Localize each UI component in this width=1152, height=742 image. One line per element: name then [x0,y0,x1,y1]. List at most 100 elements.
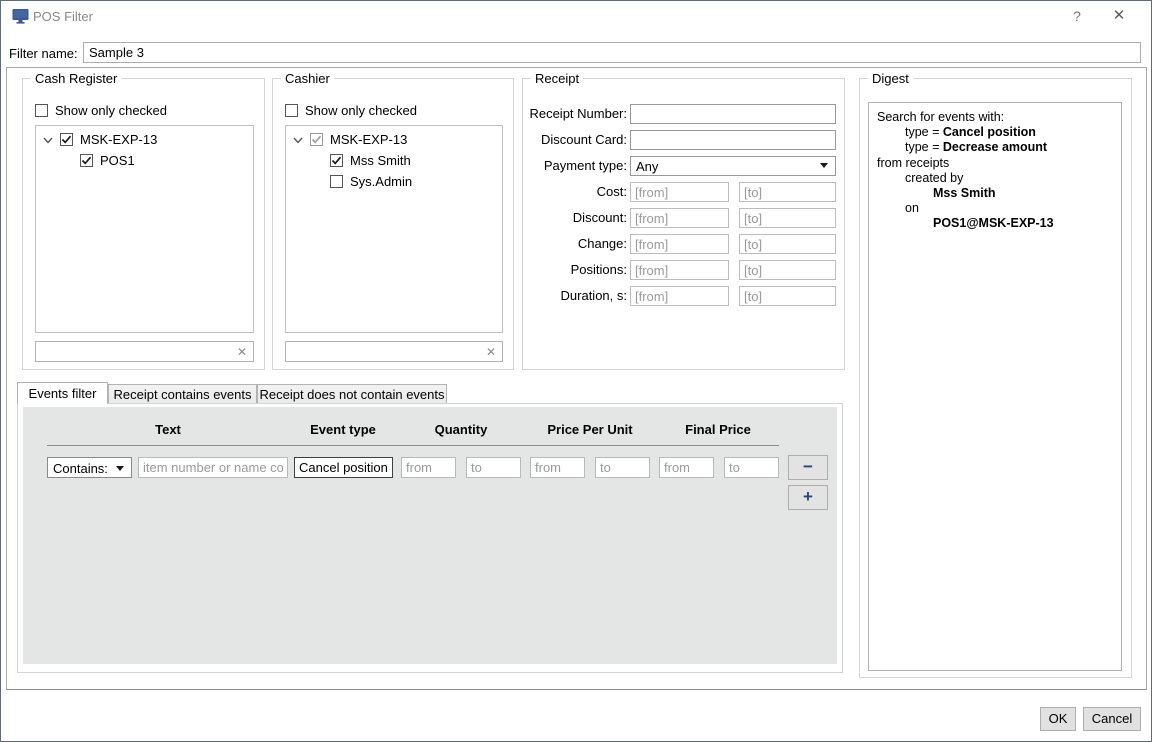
ok-button[interactable]: OK [1040,707,1076,731]
checkbox-checked[interactable] [330,154,343,167]
column-header-quantity: Quantity [434,422,488,437]
digest-group: Digest Search for events with: type = Ca… [859,71,1132,678]
digest-line: type = Cancel position [905,125,1036,140]
cost-label: Cost: [596,184,627,199]
digest-line: type = Decrease amount [905,140,1048,155]
show-only-checked-label: Show only checked [305,103,418,118]
digest-line: POS1@MSK-EXP-13 [933,216,1054,231]
tree-item[interactable]: MSK-EXP-13 [286,129,502,150]
discount-to-input[interactable] [739,208,836,228]
tab-receipt-contains-events[interactable]: Receipt contains events [108,384,257,404]
help-icon[interactable]: ? [1055,1,1099,31]
tree-item-label: Sys.Admin [350,174,413,189]
receipt-title: Receipt [531,71,584,86]
cost-from-input[interactable] [630,182,729,202]
receipt-number-input[interactable] [630,104,836,124]
payment-type-label: Payment type: [543,158,627,173]
digest-line: from receipts [877,155,950,170]
filter-name-label: Filter name: [9,46,78,61]
duration-from-input[interactable] [630,286,729,306]
row-quantity-to-input[interactable] [466,457,521,478]
clear-icon[interactable]: ✕ [486,344,496,360]
checkbox-unchecked[interactable] [35,104,48,117]
cashier-group: Cashier Show only checked MSK-EXP-13 Mss… [272,71,514,370]
tree-item-label: MSK-EXP-13 [80,132,158,147]
tree-item-label: MSK-EXP-13 [330,132,408,147]
monitor-icon [12,8,29,27]
add-row-button[interactable]: + [788,485,828,510]
digest-text: Search for events with: type = Cancel po… [868,102,1122,671]
cash-register-title: Cash Register [31,71,122,86]
checkbox-checked[interactable] [80,154,93,167]
checkbox-unchecked[interactable] [330,175,343,188]
column-header-price-per-unit: Price Per Unit [547,422,633,437]
chevron-down-icon[interactable] [42,134,54,146]
tree-item-label: Mss Smith [350,153,411,168]
cash-register-show-only-checked[interactable]: Show only checked [35,103,167,118]
tree-item-label: POS1 [100,153,135,168]
row-final-price-to-input[interactable] [724,457,779,478]
tree-item[interactable]: Sys.Admin [286,171,502,192]
cashier-filter-input[interactable] [288,343,480,360]
match-mode-value: Contains: [53,461,108,476]
row-final-price-from-input[interactable] [659,457,714,478]
row-price-per-unit-to-input[interactable] [595,457,650,478]
dropdown-arrow-icon [116,466,124,471]
positions-label: Positions: [570,262,627,277]
cost-to-input[interactable] [739,182,836,202]
cash-register-tree: MSK-EXP-13 POS1 [35,125,254,333]
row-event-type-input[interactable] [294,457,393,478]
payment-type-value: Any [636,159,659,174]
change-to-input[interactable] [739,234,836,254]
cash-register-filter-box: ✕ [35,341,254,362]
cashier-title: Cashier [281,71,334,86]
duration-label: Duration, s: [560,288,627,303]
receipt-number-label: Receipt Number: [529,106,627,121]
cash-register-group: Cash Register Show only checked MSK-EXP-… [22,71,265,370]
column-header-text: Text [155,422,181,437]
column-header-event-type: Event type [310,422,376,437]
cancel-button[interactable]: Cancel [1083,707,1141,731]
clear-icon[interactable]: ✕ [237,344,247,360]
dropdown-arrow-icon [820,163,828,168]
cashier-filter-box: ✕ [285,341,503,362]
positions-to-input[interactable] [739,260,836,280]
positions-from-input[interactable] [630,260,729,280]
digest-line: created by [905,170,964,185]
chevron-down-icon[interactable] [292,134,304,146]
change-from-input[interactable] [630,234,729,254]
tab-events-filter[interactable]: Events filter [17,382,108,404]
digest-line: Search for events with: [877,110,1005,124]
events-filter-pane: Text Event type Quantity Price Per Unit … [17,403,843,673]
change-label: Change: [577,236,627,251]
window-title: POS Filter [33,9,93,24]
pos-filter-dialog: POS Filter ? ✕ Filter name: Cash Registe… [0,0,1152,742]
cashier-tree: MSK-EXP-13 Mss Smith Sys.Admin [285,125,503,333]
header-separator [47,445,779,446]
close-icon[interactable]: ✕ [1097,1,1141,31]
row-quantity-from-input[interactable] [401,457,456,478]
match-mode-select[interactable]: Contains: [47,457,132,478]
payment-type-select[interactable]: Any [630,156,836,176]
checkbox-unchecked[interactable] [285,104,298,117]
remove-row-button[interactable]: − [788,455,828,480]
checkbox-checked[interactable] [60,133,73,146]
checkbox-partial[interactable] [310,133,323,146]
discount-from-input[interactable] [630,208,729,228]
tree-item[interactable]: Mss Smith [286,150,502,171]
discount-card-input[interactable] [630,130,836,150]
digest-title: Digest [868,71,913,86]
column-header-final-price: Final Price [685,422,751,437]
title-bar: POS Filter ? ✕ [1,1,1151,31]
cashier-show-only-checked[interactable]: Show only checked [285,103,417,118]
row-text-input[interactable] [138,457,288,478]
duration-to-input[interactable] [739,286,836,306]
filter-name-input[interactable] [83,42,1141,63]
tree-item[interactable]: POS1 [36,150,253,171]
cash-register-filter-input[interactable] [38,343,231,360]
events-filter-table: Text Event type Quantity Price Per Unit … [23,407,837,664]
discount-label: Discount: [572,210,627,225]
tree-item[interactable]: MSK-EXP-13 [36,129,253,150]
row-price-per-unit-from-input[interactable] [530,457,585,478]
tab-receipt-does-not-contain-events[interactable]: Receipt does not contain events [257,384,447,404]
